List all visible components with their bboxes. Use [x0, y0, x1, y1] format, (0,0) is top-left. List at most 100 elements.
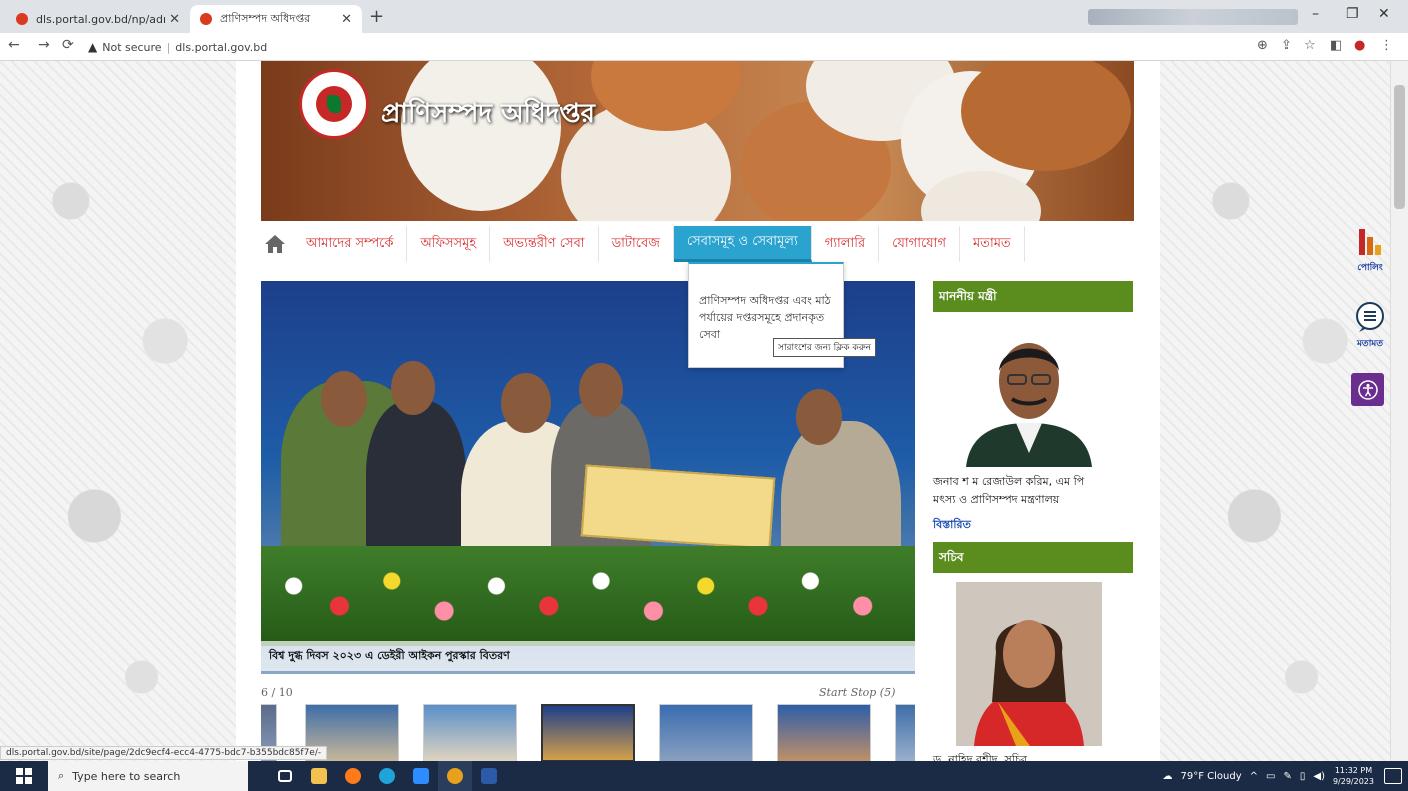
new-tab-button[interactable]: + [369, 6, 384, 27]
slide-controls[interactable]: Start Stop (5) [819, 686, 895, 699]
volume-icon[interactable]: ◀) [1313, 771, 1325, 782]
home-icon[interactable] [261, 229, 289, 259]
menu-item-about[interactable]: আমাদের সম্পর্কে [293, 226, 408, 262]
system-tray: ☁ 79°F Cloudy ^ ▭ ✎ ▯ ◀) 11:32 PM 9/29/2… [1162, 761, 1374, 791]
battery-icon[interactable]: ▯ [1300, 771, 1306, 782]
slide-thumbnail[interactable] [895, 704, 915, 761]
firefox-icon[interactable] [336, 761, 370, 791]
feedback-label: মতামত [1356, 339, 1384, 349]
slide-caption[interactable]: বিশ্ব দুগ্ধ দিবস ২০২৩ এ ডেইরী আইকন পুরস্… [261, 641, 915, 671]
browser-tab-active[interactable]: প্রাণিসম্পদ অধিদপ্তর ✕ [190, 5, 362, 33]
browser-tab[interactable]: dls.portal.gov.bd/np/admin/pu... ✕ [6, 5, 190, 33]
slide-thumbnail[interactable] [777, 704, 871, 761]
minister-heading: মাননীয় মন্ত্রী [933, 281, 1133, 312]
search-placeholder: Type here to search [72, 769, 181, 783]
tab-title: প্রাণিসম্পদ অধিদপ্তর [220, 11, 311, 25]
banner-egg [961, 61, 1131, 171]
browser-tab-bar: dls.portal.gov.bd/np/admin/pu... ✕ প্রাণ… [0, 0, 1408, 33]
close-window-button[interactable]: ✕ [1378, 6, 1390, 22]
decorative-pattern-left [0, 61, 236, 761]
details-link[interactable]: বিস্তারিত [933, 516, 971, 535]
clock-date: 9/29/2023 [1332, 777, 1374, 786]
minimize-button[interactable]: – [1312, 6, 1319, 22]
bookmark-star-icon[interactable]: ☆ [1304, 38, 1316, 53]
page-viewport: প্রাণিসম্পদ অধিদপ্তর আমাদের সম্পর্কে অফি… [0, 61, 1390, 761]
award-cheque [580, 464, 776, 550]
menu-dots-icon[interactable]: ⋮ [1380, 38, 1393, 53]
government-seal-logo[interactable] [299, 69, 369, 139]
tooltip: সারাংশের জন্য ক্লিক করুন [773, 338, 876, 357]
menu-item-gallery[interactable]: গ্যালারি [812, 226, 880, 262]
slide-thumbnail-active[interactable] [541, 704, 635, 761]
header-banner: প্রাণিসম্পদ অধিদপ্তর [261, 61, 1134, 221]
menu-item-offices[interactable]: অফিসসমূহ [407, 226, 491, 262]
slider-figure [321, 371, 367, 427]
favicon-icon [200, 13, 212, 25]
secretary-name: ড. নাহিদ রশীদ, সচিব [933, 753, 1027, 761]
menu-item-database[interactable]: ডাটাবেজ [599, 226, 674, 262]
slider-figure [579, 363, 623, 417]
security-label: Not secure [102, 40, 162, 54]
page-scrollbar[interactable] [1390, 61, 1408, 761]
secretary-photo[interactable] [956, 582, 1102, 746]
menu-item-feedback[interactable]: মতামত [960, 226, 1025, 262]
taskbar-clock[interactable]: 11:32 PM 9/29/2023 [1333, 765, 1374, 787]
slider-thumbnails [261, 703, 915, 761]
polling-label: পোলিং [1357, 263, 1383, 273]
cloud-icon: ☁ [1162, 770, 1173, 782]
slider-figure [796, 389, 842, 445]
menu-item-contact[interactable]: যোগাযোগ [879, 226, 960, 262]
task-view-icon[interactable] [268, 761, 302, 791]
taskbar-search-input[interactable]: ⌕ Type here to search [48, 761, 248, 791]
accessibility-button[interactable] [1351, 373, 1384, 406]
status-url: dls.portal.gov.bd/site/page/2dc9ecf4-ecc… [0, 746, 328, 760]
menu-item-internal-services[interactable]: অভ্যন্তরীণ সেবা [490, 226, 599, 262]
restore-button[interactable]: ❐ [1346, 6, 1359, 22]
tray-chevron-icon[interactable]: ^ [1250, 771, 1258, 782]
minister-photo[interactable] [956, 323, 1102, 467]
close-icon[interactable]: ✕ [341, 12, 352, 27]
profile-icon[interactable]: ● [1354, 38, 1365, 53]
url-text: dls.portal.gov.bd [175, 40, 268, 54]
polling-widget[interactable]: পোলিং [1345, 227, 1390, 275]
close-icon[interactable]: ✕ [169, 12, 180, 27]
notification-icon[interactable] [1384, 768, 1402, 784]
zoom-icon[interactable]: ⊕ [1257, 38, 1268, 53]
flower-decoration [261, 546, 915, 646]
menu-item-services[interactable]: সেবাসমূহ ও সেবামূল্য [673, 226, 812, 262]
site-title[interactable]: প্রাণিসম্পদ অধিদপ্তর [381, 93, 595, 137]
file-explorer-icon[interactable] [302, 761, 336, 791]
feedback-widget[interactable]: মতামত [1345, 301, 1390, 351]
dropdown-item-services-provided[interactable]: প্রাণিসম্পদ অধিদপ্তর এবং মাঠ পর্যায়ের দ… [699, 294, 831, 341]
tab-title: dls.portal.gov.bd/np/admin/pu... [36, 12, 165, 26]
network-icon[interactable]: ▭ [1266, 771, 1275, 782]
windows-taskbar: ⌕ Type here to search ☁ 79°F Cloudy ^ ▭ … [0, 761, 1408, 791]
back-icon[interactable]: ← [8, 37, 20, 53]
minister-info: জনাব শ ম রেজাউল করিম, এম পি মৎস্য ও প্রা… [933, 473, 1143, 509]
share-icon[interactable]: ⇪ [1281, 38, 1292, 53]
chat-icon [1356, 302, 1384, 332]
forward-icon[interactable]: → [38, 37, 50, 53]
warning-icon: ▲ [88, 40, 98, 54]
toolbar-extensions[interactable] [1088, 9, 1298, 25]
chrome-icon[interactable] [438, 761, 472, 791]
windows-start-icon[interactable] [0, 761, 48, 791]
pen-icon[interactable]: ✎ [1283, 771, 1291, 782]
secretary-heading: সচিব [933, 542, 1133, 573]
url-input[interactable]: ▲ Not secure | dls.portal.gov.bd [88, 37, 1248, 57]
slide-thumbnail[interactable] [659, 704, 753, 761]
accessibility-icon [1357, 379, 1378, 400]
scrollbar-thumb[interactable] [1394, 85, 1405, 209]
slide-thumbnail[interactable] [423, 704, 517, 761]
search-icon: ⌕ [58, 769, 65, 782]
zoom-app-icon[interactable] [404, 761, 438, 791]
weather-text[interactable]: 79°F Cloudy [1180, 771, 1241, 782]
word-icon[interactable] [472, 761, 506, 791]
reload-icon[interactable]: ⟳ [62, 37, 74, 53]
minister-name: জনাব শ ম রেজাউল করিম, এম পি [933, 475, 1085, 488]
favicon-icon [16, 13, 28, 25]
edge-icon[interactable] [370, 761, 404, 791]
separator: | [166, 40, 171, 54]
sidepanel-icon[interactable]: ◧ [1330, 38, 1342, 53]
slider-figure [391, 361, 435, 415]
